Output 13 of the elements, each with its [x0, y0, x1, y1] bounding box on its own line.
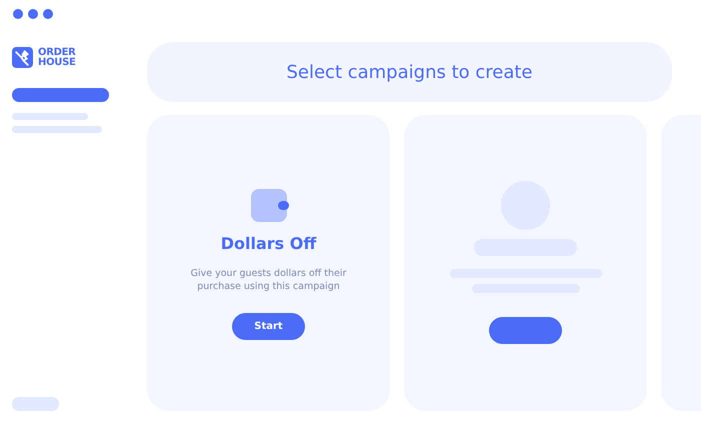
account-placeholder[interactable]: [12, 397, 59, 411]
window-dot-icon: [28, 9, 38, 19]
window-dot-icon: [13, 9, 23, 19]
card-title: Dollars Off: [220, 234, 316, 253]
page-title: Select campaigns to create: [286, 62, 533, 82]
nav-item-placeholder[interactable]: [12, 88, 109, 102]
start-button[interactable]: Start: [232, 313, 305, 340]
card-description: Give your guests dollars off their purchase using this campaign: [190, 267, 348, 293]
window-dot-icon: [43, 9, 53, 19]
fork-logo-icon: [12, 47, 33, 68]
logo-text: ORDER HOUSE: [38, 48, 77, 68]
skeleton-button[interactable]: [489, 317, 562, 344]
wallet-icon: [250, 189, 290, 222]
